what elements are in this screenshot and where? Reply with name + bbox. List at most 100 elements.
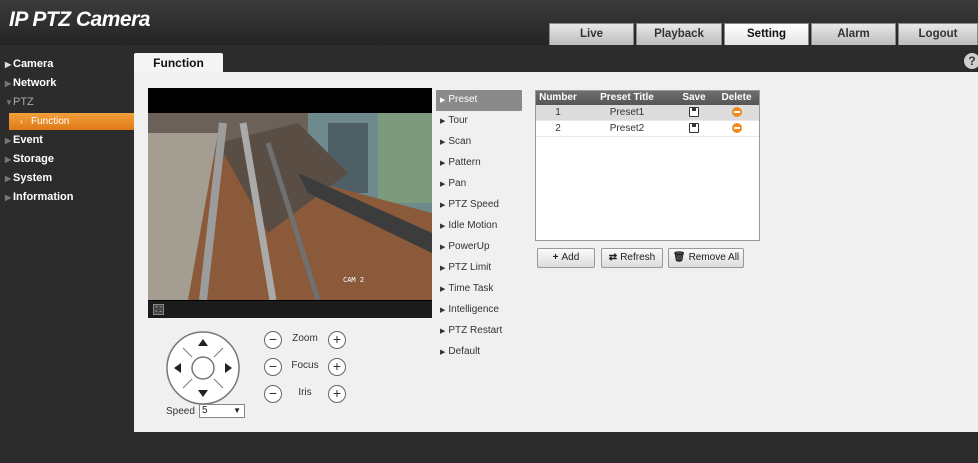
column-header-number: Number <box>539 92 577 103</box>
sidebar-item-label: System <box>13 172 53 184</box>
triangle-right-icon: ▶ <box>440 181 446 188</box>
refresh-button[interactable]: ⇄ Refresh <box>601 248 663 268</box>
triangle-right-icon: ▶ <box>440 265 446 272</box>
expand-arrow-icon: ▶ <box>5 79 12 88</box>
iris-control: − Iris + <box>264 385 346 403</box>
speed-select[interactable]: 5 ▼ <box>199 404 245 418</box>
function-item-powerup[interactable]: ▶ PowerUp <box>436 237 522 258</box>
focus-minus-button[interactable]: − <box>264 358 282 376</box>
top-bar: IP PTZ Camera Live Playback Setting Alar… <box>0 0 978 45</box>
function-item-label: PTZ Speed <box>448 199 499 210</box>
column-header-title: Preset Title <box>600 92 654 103</box>
sidebar-item-label: Camera <box>13 58 54 70</box>
preset-title[interactable]: Preset2 <box>580 121 674 136</box>
iris-plus-button[interactable]: + <box>328 385 346 403</box>
sidebar-item-label: Storage <box>13 153 54 165</box>
function-item-scan[interactable]: ▶ Scan <box>436 132 522 153</box>
function-item-label: Scan <box>448 136 472 147</box>
remove-all-button[interactable]: 🗑 Remove All <box>668 248 744 268</box>
function-item-label: Pattern <box>448 157 481 168</box>
tab-playback[interactable]: Playback <box>636 23 722 45</box>
tab-live[interactable]: Live <box>549 23 634 45</box>
triangle-right-icon: ▶ <box>440 244 446 251</box>
sidebar-item-function[interactable]: › Function <box>9 113 134 130</box>
table-row[interactable]: 1 Preset1 <box>536 105 759 121</box>
sidebar-item-network[interactable]: ▶ Network <box>0 74 134 93</box>
plus-icon: + <box>552 252 559 263</box>
add-button[interactable]: + Add <box>537 248 595 268</box>
triangle-right-icon: ▶ <box>440 139 446 146</box>
function-item-time-task[interactable]: ▶ Time Task <box>436 279 522 300</box>
sidebar-item-system[interactable]: ▶ System <box>0 169 134 188</box>
zoom-out-button[interactable]: − <box>264 331 282 349</box>
function-item-preset[interactable]: ▶ Preset <box>436 90 522 111</box>
sidebar-item-information[interactable]: ▶ Information <box>0 188 134 207</box>
function-item-ptz-limit[interactable]: ▶ PTZ Limit <box>436 258 522 279</box>
chevron-right-icon: › <box>20 117 23 126</box>
triangle-right-icon: ▶ <box>440 160 446 167</box>
function-item-ptz-speed[interactable]: ▶ PTZ Speed <box>436 195 522 216</box>
triangle-right-icon: ▶ <box>440 286 446 293</box>
tab-setting[interactable]: Setting <box>724 23 809 45</box>
delete-icon[interactable] <box>731 123 742 134</box>
save-icon[interactable] <box>689 123 699 134</box>
fullscreen-icon[interactable]: ⛶ <box>153 304 164 315</box>
preset-table: Number Preset Title Save Delete 1 Preset… <box>535 90 760 241</box>
help-icon[interactable]: ? <box>964 53 978 69</box>
function-item-pan[interactable]: ▶ Pan <box>436 174 522 195</box>
focus-label: Focus <box>291 360 319 371</box>
refresh-button-label: Refresh <box>620 252 656 263</box>
function-item-label: Tour <box>448 115 468 126</box>
sidebar-item-ptz[interactable]: ▼ PTZ <box>0 93 134 112</box>
iris-minus-button[interactable]: − <box>264 385 282 403</box>
function-item-ptz-restart[interactable]: ▶ PTZ Restart <box>436 321 522 342</box>
triangle-right-icon: ▶ <box>440 349 446 356</box>
expand-arrow-icon: ▶ <box>5 174 12 183</box>
sidebar-item-camera[interactable]: ▶ Camera <box>0 55 134 74</box>
tab-logout[interactable]: Logout <box>898 23 978 45</box>
function-item-label: PowerUp <box>448 241 490 252</box>
triangle-right-icon: ▶ <box>440 202 446 209</box>
tab-function[interactable]: Function <box>134 53 223 72</box>
trash-icon: 🗑 <box>672 252 686 263</box>
zoom-in-button[interactable]: + <box>328 331 346 349</box>
function-item-label: Preset <box>448 94 478 105</box>
function-item-label: Pan <box>448 178 467 189</box>
zoom-label: Zoom <box>292 333 318 344</box>
sidebar-item-label: Function <box>31 116 70 127</box>
collapse-arrow-icon: ▼ <box>5 98 13 107</box>
preset-title[interactable]: Preset1 <box>580 105 674 120</box>
refresh-icon: ⇄ <box>608 252 618 263</box>
sidebar-item-label: Information <box>13 191 74 203</box>
expand-arrow-icon: ▶ <box>5 60 12 69</box>
focus-control: − Focus + <box>264 358 346 376</box>
function-list: ▶ Preset ▶ Tour ▶ Scan ▶ Pattern ▶ Pan ▶ PTZ S… <box>436 90 522 363</box>
function-item-tour[interactable]: ▶ Tour <box>436 111 522 132</box>
ptz-direction-pad <box>165 330 241 406</box>
function-item-pattern[interactable]: ▶ Pattern <box>436 153 522 174</box>
save-icon[interactable] <box>689 107 699 118</box>
expand-arrow-icon: ▶ <box>5 136 12 145</box>
sidebar-item-label: Network <box>13 77 57 89</box>
camera-name-overlay: CAM 2 <box>343 276 365 284</box>
sidebar: ▶ Camera ▶ Network ▼ PTZ › Function ▶ Event ▶… <box>0 55 134 207</box>
table-row[interactable]: 2 Preset2 <box>536 121 759 137</box>
sidebar-item-event[interactable]: ▶ Event <box>0 131 134 150</box>
add-button-label: Add <box>561 252 580 263</box>
triangle-right-icon: ▶ <box>440 97 446 104</box>
tab-alarm[interactable]: Alarm <box>811 23 896 45</box>
zoom-control: − Zoom + <box>264 331 346 349</box>
sidebar-item-storage[interactable]: ▶ Storage <box>0 150 134 169</box>
function-item-label: Idle Motion <box>448 220 498 231</box>
triangle-right-icon: ▶ <box>440 328 446 335</box>
save-cell <box>674 105 714 120</box>
delete-icon[interactable] <box>731 107 742 118</box>
save-cell <box>674 121 714 136</box>
expand-arrow-icon: ▶ <box>5 193 12 202</box>
function-item-idle-motion[interactable]: ▶ Idle Motion <box>436 216 522 237</box>
sidebar-item-label: PTZ <box>13 96 34 108</box>
column-header-save: Save <box>682 92 706 103</box>
function-item-intelligence[interactable]: ▶ Intelligence <box>436 300 522 321</box>
function-item-default[interactable]: ▶ Default <box>436 342 522 363</box>
focus-plus-button[interactable]: + <box>328 358 346 376</box>
